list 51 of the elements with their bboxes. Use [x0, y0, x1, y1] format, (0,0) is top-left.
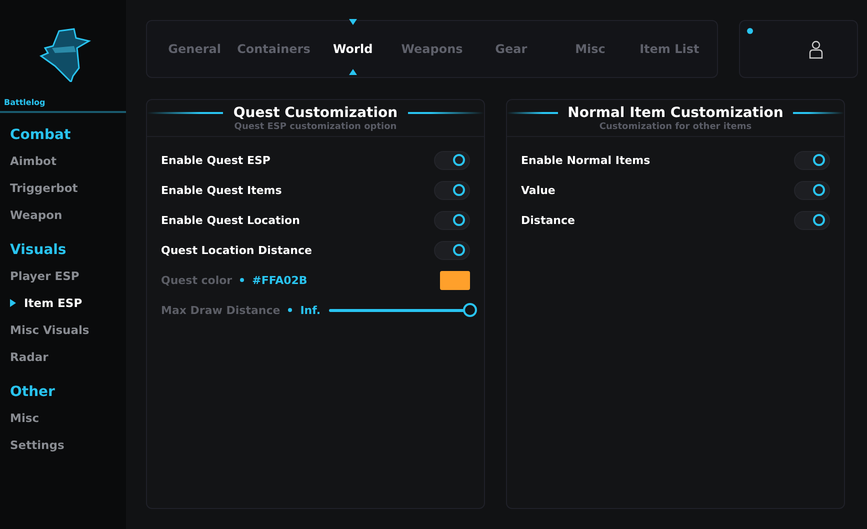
toggle-switch[interactable] [794, 180, 830, 200]
sidebar-item[interactable]: Item ESP [0, 289, 126, 316]
tab[interactable]: Gear [472, 21, 551, 77]
setting-label: Distance [521, 214, 575, 226]
toggle-switch[interactable] [434, 150, 470, 170]
section-heading: Combat [9, 126, 72, 145]
panel-subtitle: Quest ESP customization option [234, 122, 397, 132]
setting-label: Max Draw Distance [161, 304, 280, 316]
sidebar-item[interactable]: Aimbot [0, 147, 126, 174]
user-icon[interactable] [809, 40, 823, 58]
color-swatch[interactable] [440, 270, 470, 290]
bullet-icon [240, 278, 244, 282]
brand-name: Battlelog [0, 98, 126, 113]
setting-label: Value [521, 184, 556, 196]
slider-thumb[interactable] [463, 303, 477, 317]
sidebar-item[interactable]: Weapon [0, 201, 126, 228]
slider-value: Inf. [300, 304, 321, 316]
status-dot-icon [747, 28, 753, 34]
sidebar-item[interactable]: Radar [0, 343, 126, 370]
toggle-switch[interactable] [794, 150, 830, 170]
tab[interactable]: Containers [234, 21, 314, 77]
sidebar-item[interactable]: Misc [0, 404, 126, 431]
color-hex-value: #FFA02B [252, 274, 308, 286]
sidebar-item[interactable]: Settings [0, 431, 126, 458]
toggle-switch[interactable] [794, 210, 830, 230]
tab[interactable]: Item List [630, 21, 709, 77]
sidebar-item[interactable]: Misc Visuals [0, 316, 126, 343]
sidebar-item[interactable]: Player ESP [0, 262, 126, 289]
setting-label: Enable Normal Items [521, 154, 650, 166]
toggle-switch[interactable] [434, 240, 470, 260]
setting-label: Enable Quest Items [161, 184, 282, 196]
panel-title: Quest Customization [233, 105, 398, 121]
tab[interactable]: Weapons [392, 21, 472, 77]
toggle-switch[interactable] [434, 180, 470, 200]
setting-label: Quest color [161, 274, 232, 286]
sidebar-item[interactable]: Triggerbot [0, 174, 126, 201]
setting-label: Enable Quest ESP [161, 154, 270, 166]
tab[interactable]: Misc [550, 21, 630, 77]
panel-subtitle: Customization for other items [599, 122, 752, 132]
caret-icon [10, 298, 16, 306]
section-heading: Visuals [9, 241, 68, 260]
toggle-switch[interactable] [434, 210, 470, 230]
caret-icon [348, 69, 357, 75]
setting-label: Enable Quest Location [161, 214, 300, 226]
tab[interactable]: General [155, 21, 234, 77]
section-heading: Other [9, 383, 56, 402]
panel-title: Normal Item Customization [568, 105, 784, 121]
caret-icon [348, 19, 357, 25]
tab[interactable]: World [313, 21, 392, 77]
setting-label: Quest Location Distance [161, 244, 312, 256]
bullet-icon [288, 308, 292, 312]
